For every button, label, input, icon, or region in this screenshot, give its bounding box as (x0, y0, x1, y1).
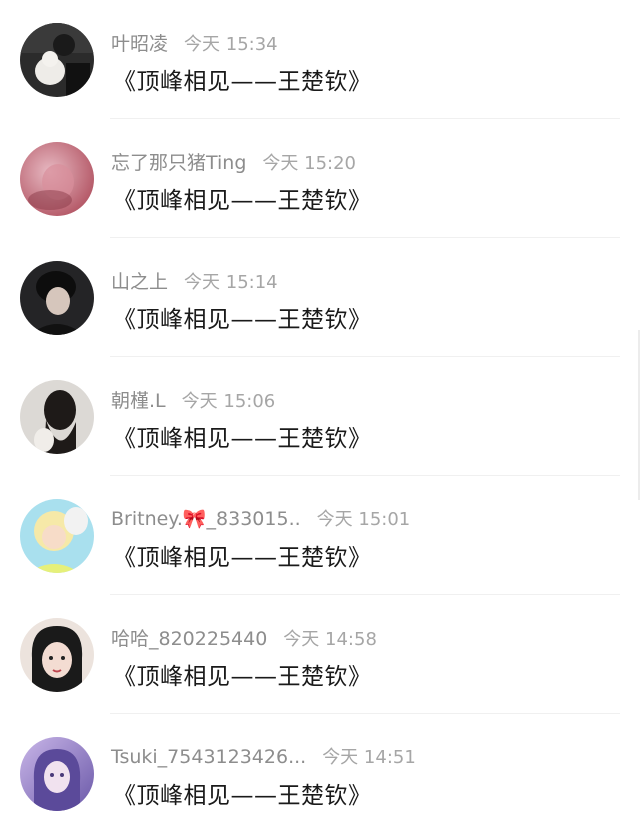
avatar[interactable] (20, 261, 94, 335)
username[interactable]: 忘了那只猪Ting (111, 152, 246, 174)
comment-item[interactable]: Britney.🎀_833015.. 今天 15:01 《顶峰相见——王楚钦》 (0, 476, 640, 595)
timestamp: 今天 14:58 (283, 629, 377, 650)
comment-meta: 山之上 今天 15:14 (111, 267, 278, 294)
comment-text: 《顶峰相见——王楚钦》 (113, 188, 372, 214)
comment-item[interactable]: 朝槿.L 今天 15:06 《顶峰相见——王楚钦》 (0, 357, 640, 476)
comment-text: 《顶峰相见——王楚钦》 (113, 69, 372, 95)
avatar[interactable] (20, 23, 94, 97)
comment-item[interactable]: 山之上 今天 15:14 《顶峰相见——王楚钦》 (0, 238, 640, 357)
comment-item[interactable]: 忘了那只猪Ting 今天 15:20 《顶峰相见——王楚钦》 (0, 119, 640, 238)
comment-item[interactable]: 叶昭凌 今天 15:34 《顶峰相见——王楚钦》 (0, 0, 640, 119)
comment-meta: 哈哈_820225440 今天 14:58 (111, 624, 377, 651)
avatar[interactable] (20, 618, 94, 692)
comment-text: 《顶峰相见——王楚钦》 (113, 426, 372, 452)
timestamp: 今天 15:06 (181, 391, 276, 412)
comment-text: 《顶峰相见——王楚钦》 (113, 664, 372, 690)
avatar[interactable] (20, 499, 94, 573)
comment-meta: 朝槿.L 今天 15:06 (111, 386, 275, 413)
comment-text: 《顶峰相见——王楚钦》 (113, 545, 372, 571)
comment-text: 《顶峰相见——王楚钦》 (113, 783, 372, 809)
username[interactable]: 朝槿.L (111, 390, 166, 412)
avatar[interactable] (20, 380, 94, 454)
comment-item[interactable]: Tsuki_7543123426... 今天 14:51 《顶峰相见——王楚钦》 (0, 714, 640, 833)
timestamp: 今天 15:01 (316, 509, 411, 530)
avatar[interactable] (20, 737, 94, 811)
username[interactable]: Tsuki_7543123426... (111, 746, 306, 768)
username[interactable]: 山之上 (111, 271, 168, 293)
comment-item[interactable]: 哈哈_820225440 今天 14:58 《顶峰相见——王楚钦》 (0, 595, 640, 714)
timestamp: 今天 14:51 (322, 747, 416, 768)
timestamp: 今天 15:20 (262, 153, 357, 174)
username[interactable]: Britney.🎀_833015.. (111, 508, 301, 530)
comment-meta: Britney.🎀_833015.. 今天 15:01 (111, 505, 410, 531)
timestamp: 今天 15:14 (184, 272, 278, 293)
username[interactable]: 叶昭凌 (111, 33, 168, 55)
timestamp: 今天 15:34 (184, 34, 278, 55)
comment-text: 《顶峰相见——王楚钦》 (113, 307, 372, 333)
username[interactable]: 哈哈_820225440 (111, 628, 267, 650)
comment-meta: Tsuki_7543123426... 今天 14:51 (111, 743, 416, 769)
comment-meta: 忘了那只猪Ting 今天 15:20 (111, 148, 356, 175)
avatar[interactable] (20, 142, 94, 216)
comment-meta: 叶昭凌 今天 15:34 (111, 29, 278, 56)
